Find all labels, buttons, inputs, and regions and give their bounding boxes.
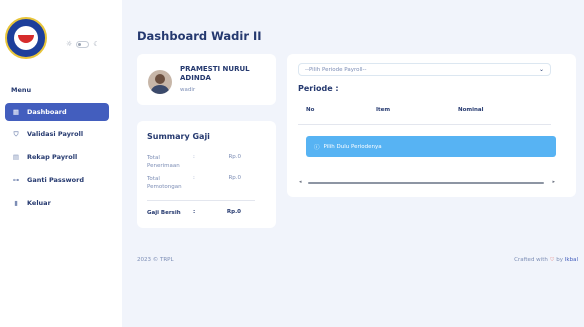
column-header-nominal: Nominal — [458, 107, 484, 113]
summary-value: Rp.0 — [228, 175, 241, 181]
info-icon: ⓘ — [314, 144, 320, 151]
shield-check-icon: ⛉ — [13, 129, 19, 138]
sidebar-item-rekap-payroll[interactable]: ▤ Rekap Payroll — [5, 148, 109, 166]
heart-icon: ♡ — [549, 257, 555, 263]
summary-divider — [147, 200, 255, 201]
summary-label: Total Pemotongan — [147, 176, 182, 190]
sidebar-item-label: Ganti Password — [27, 176, 84, 184]
theme-toggle[interactable]: ☼ ☾ — [66, 40, 100, 48]
sidebar-item-validasi-payroll[interactable]: ⛉ Validasi Payroll — [5, 125, 109, 143]
key-icon: ⊶ — [12, 176, 20, 184]
sidebar-item-keluar[interactable]: ▮ Keluar — [5, 194, 109, 212]
scroll-right-icon[interactable]: ▸ — [552, 179, 555, 185]
chevron-down-icon: ⌄ — [538, 66, 544, 73]
table-header-divider — [298, 124, 551, 125]
institution-logo[interactable] — [5, 17, 47, 59]
door-icon: ▮ — [14, 199, 18, 207]
periode-select[interactable]: --Pilih Periode Payroll-- ⌄ — [298, 63, 551, 76]
profile-card: PRAMESTI NURUL ADINDA wadir — [137, 54, 276, 105]
periode-select-value: --Pilih Periode Payroll-- — [305, 67, 367, 73]
summary-label: Total Penerimaan — [147, 155, 180, 169]
sidebar-item-label: Rekap Payroll — [27, 153, 78, 161]
summary-value: Rp.0 — [228, 154, 241, 160]
page-title: Dashboard Wadir II — [137, 29, 262, 43]
sidebar-item-ganti-password[interactable]: ⊶ Ganti Password — [5, 171, 109, 189]
footer-crafted-text: Crafted with — [514, 257, 548, 263]
info-alert: ⓘ Pilih Dulu Periodenya — [306, 136, 556, 157]
sidebar-item-label: Dashboard — [27, 108, 67, 116]
summary-title: Summary Gaji — [147, 132, 210, 141]
footer-author-link[interactable]: Ikbal — [565, 257, 578, 263]
user-role: wadir — [180, 87, 196, 93]
summary-row-pemotongan: Total Pemotongan : Rp.0 — [147, 175, 255, 191]
summary-row-penerimaan: Total Penerimaan : Rp.0 — [147, 154, 255, 170]
theme-switch[interactable] — [76, 40, 90, 48]
moon-icon: ☾ — [93, 40, 100, 48]
footer-copyright: 2023 © TRPL — [137, 257, 174, 263]
user-name: PRAMESTI NURUL ADINDA — [180, 65, 250, 82]
scroll-left-icon[interactable]: ◂ — [299, 179, 302, 185]
summary-label: Gaji Bersih — [147, 210, 181, 216]
file-text-icon: ▤ — [12, 153, 20, 161]
periode-label: Periode : — [298, 84, 339, 93]
summary-colon: : — [193, 175, 195, 181]
summary-colon: : — [193, 209, 196, 215]
sidebar: ☼ ☾ Menu ▦ Dashboard ⛉ Validasi Payroll … — [0, 0, 122, 327]
sidebar-item-label: Keluar — [27, 199, 51, 207]
payroll-card: --Pilih Periode Payroll-- ⌄ Periode : No… — [287, 54, 576, 197]
scrollbar-thumb[interactable] — [308, 182, 544, 184]
summary-row-gaji-bersih: Gaji Bersih : Rp.0 — [147, 209, 255, 217]
horizontal-scrollbar[interactable]: ◂ ▸ — [299, 179, 555, 186]
summary-value: Rp.0 — [226, 209, 241, 215]
footer-by-text: by — [556, 257, 564, 263]
summary-card: Summary Gaji Total Penerimaan : Rp.0 Tot… — [137, 121, 276, 228]
sidebar-item-dashboard[interactable]: ▦ Dashboard — [5, 103, 109, 121]
avatar — [148, 70, 172, 94]
menu-title: Menu — [11, 86, 32, 94]
column-header-no: No — [306, 107, 315, 113]
sidebar-item-label: Validasi Payroll — [27, 130, 84, 138]
summary-colon: : — [193, 154, 195, 160]
footer-credit: Crafted with ♡ by Ikbal — [514, 257, 578, 263]
alert-text: Pilih Dulu Periodenya — [323, 143, 382, 150]
grid-icon: ▦ — [12, 108, 20, 116]
sun-icon: ☼ — [66, 40, 73, 48]
column-header-item: Item — [376, 107, 391, 113]
